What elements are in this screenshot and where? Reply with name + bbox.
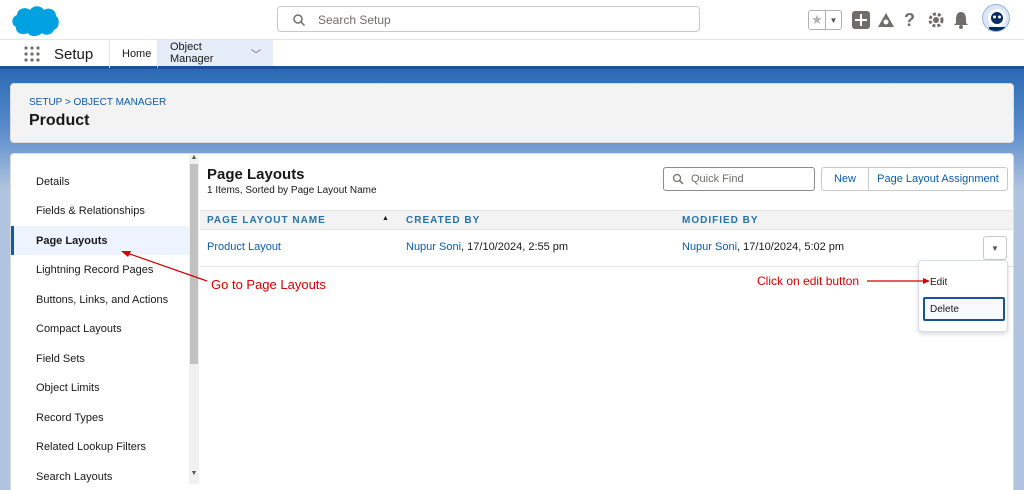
sidebar-item-label: Related Lookup Filters	[36, 440, 147, 453]
help-icon[interactable]: ?	[902, 10, 918, 30]
row-actions-button[interactable]: ▼	[983, 236, 1007, 260]
sidebar-item-label: Fields & Relationships	[36, 204, 145, 217]
breadcrumb[interactable]: SETUP > OBJECT MANAGER	[29, 97, 166, 108]
search-icon	[293, 14, 306, 27]
svg-text:?: ?	[904, 10, 915, 30]
astro-avatar-icon	[988, 9, 1006, 31]
nav-tab-object-manager-label: Object Manager	[170, 41, 214, 65]
sidebar-item-label: Page Layouts	[36, 234, 108, 247]
sidebar-item-record-types[interactable]: Record Types	[11, 403, 189, 432]
search-placeholder: Search Setup	[318, 13, 391, 27]
star-icon[interactable]: ★	[809, 11, 826, 29]
sidebar-item-label: Details	[36, 175, 70, 188]
quick-find-input[interactable]: Quick Find	[663, 167, 815, 191]
sidebar-item-details[interactable]: Details	[11, 167, 189, 196]
main-panel: Details Fields & Relationships Page Layo…	[10, 153, 1014, 490]
action-button-group: New Page Layout Assignment	[821, 167, 1008, 191]
sidebar-item-compact-layouts[interactable]: Compact Layouts	[11, 314, 189, 343]
sort-ascending-icon[interactable]: ▲	[382, 215, 389, 222]
sidebar-scrollbar[interactable]: ▲ ▼	[189, 154, 199, 484]
page-title: Product	[29, 112, 90, 129]
app-launcher-icon[interactable]	[24, 46, 40, 62]
object-sidebar: Details Fields & Relationships Page Layo…	[11, 154, 189, 490]
section-subtitle: 1 Items, Sorted by Page Layout Name	[207, 185, 377, 196]
menu-item-delete[interactable]: Delete	[923, 297, 1005, 321]
add-icon[interactable]	[852, 11, 870, 29]
column-header-name[interactable]: PAGE LAYOUT NAME	[207, 215, 326, 226]
page-header: SETUP > OBJECT MANAGER Product	[10, 83, 1014, 143]
sidebar-item-label: Search Layouts	[36, 470, 113, 483]
sidebar-item-label: Field Sets	[36, 352, 85, 365]
nav-tab-home[interactable]: Home	[109, 40, 157, 68]
bell-icon[interactable]	[953, 11, 969, 29]
sidebar-item-buttons-links-actions[interactable]: Buttons, Links, and Actions	[11, 285, 189, 314]
chevron-down-icon[interactable]: ﹀	[251, 46, 261, 61]
layout-name-link[interactable]: Product Layout	[207, 241, 281, 253]
search-icon	[672, 173, 684, 185]
trailhead-icon[interactable]	[877, 11, 895, 29]
modified-by-cell: Nupur Soni, 17/10/2024, 5:02 pm	[682, 241, 844, 253]
menu-item-edit[interactable]: Edit	[923, 270, 1005, 294]
sidebar-item-lightning-record-pages[interactable]: Lightning Record Pages	[11, 255, 189, 284]
salesforce-cloud-logo[interactable]	[10, 4, 60, 38]
annotation-click-edit: Click on edit button	[757, 274, 860, 288]
scroll-down-icon[interactable]: ▼	[189, 470, 199, 477]
page-layout-assignment-button[interactable]: Page Layout Assignment	[869, 167, 1008, 191]
column-header-modified-by[interactable]: MODIFIED BY	[682, 215, 759, 226]
chevron-down-icon[interactable]: ▼	[826, 16, 841, 25]
modified-by-date: , 17/10/2024, 5:02 pm	[737, 241, 845, 253]
sidebar-item-label: Lightning Record Pages	[36, 263, 154, 276]
new-button[interactable]: New	[821, 167, 869, 191]
quick-find-placeholder: Quick Find	[691, 173, 744, 185]
table-row: Product Layout Nupur Soni, 17/10/2024, 2…	[200, 231, 1013, 267]
sidebar-item-label: Buttons, Links, and Actions	[36, 293, 169, 306]
modified-by-user-link[interactable]: Nupur Soni	[682, 241, 737, 253]
breadcrumb-text[interactable]: SETUP > OBJECT MANAGER	[29, 97, 166, 108]
column-header-created-by[interactable]: CREATED BY	[406, 215, 480, 226]
global-header: Search Setup ★ ▼ ?	[0, 0, 1024, 40]
sidebar-item-label: Record Types	[36, 411, 104, 424]
created-by-user-link[interactable]: Nupur Soni	[406, 241, 461, 253]
app-title: Setup	[54, 46, 94, 63]
sidebar-item-label: Compact Layouts	[36, 322, 122, 335]
sidebar-item-fields[interactable]: Fields & Relationships	[11, 196, 189, 225]
sidebar-item-search-layouts[interactable]: Search Layouts	[11, 462, 189, 490]
sidebar-item-page-layouts[interactable]: Page Layouts	[11, 226, 189, 255]
annotation-goto-page-layouts: Go to Page Layouts	[211, 277, 326, 292]
favorites-button[interactable]: ★ ▼	[808, 10, 842, 30]
sidebar-item-label: Object Limits	[36, 381, 100, 394]
scrollbar-thumb[interactable]	[190, 164, 198, 364]
global-search-input[interactable]: Search Setup	[277, 6, 700, 32]
nav-tab-object-manager[interactable]: Object Manager ﹀	[157, 40, 273, 69]
table-header: PAGE LAYOUT NAME ▲ CREATED BY MODIFIED B…	[200, 210, 1013, 230]
sidebar-item-related-lookup-filters[interactable]: Related Lookup Filters	[11, 432, 189, 461]
avatar[interactable]	[982, 4, 1010, 32]
app-nav-bar: Setup Home Object Manager ﹀	[0, 40, 1024, 69]
page-layouts-section: Page Layouts 1 Items, Sorted by Page Lay…	[200, 154, 1013, 490]
gear-icon[interactable]	[927, 11, 945, 29]
sidebar-item-object-limits[interactable]: Object Limits	[11, 373, 189, 402]
chevron-down-icon: ▼	[991, 243, 999, 253]
nav-tab-home-label: Home	[122, 48, 152, 60]
row-actions-menu: Edit Delete	[918, 260, 1008, 332]
sidebar-item-field-sets[interactable]: Field Sets	[11, 344, 189, 373]
section-title: Page Layouts	[207, 166, 305, 183]
scroll-up-icon[interactable]: ▲	[189, 154, 199, 161]
created-by-cell: Nupur Soni, 17/10/2024, 2:55 pm	[406, 241, 568, 253]
created-by-date: , 17/10/2024, 2:55 pm	[461, 241, 569, 253]
